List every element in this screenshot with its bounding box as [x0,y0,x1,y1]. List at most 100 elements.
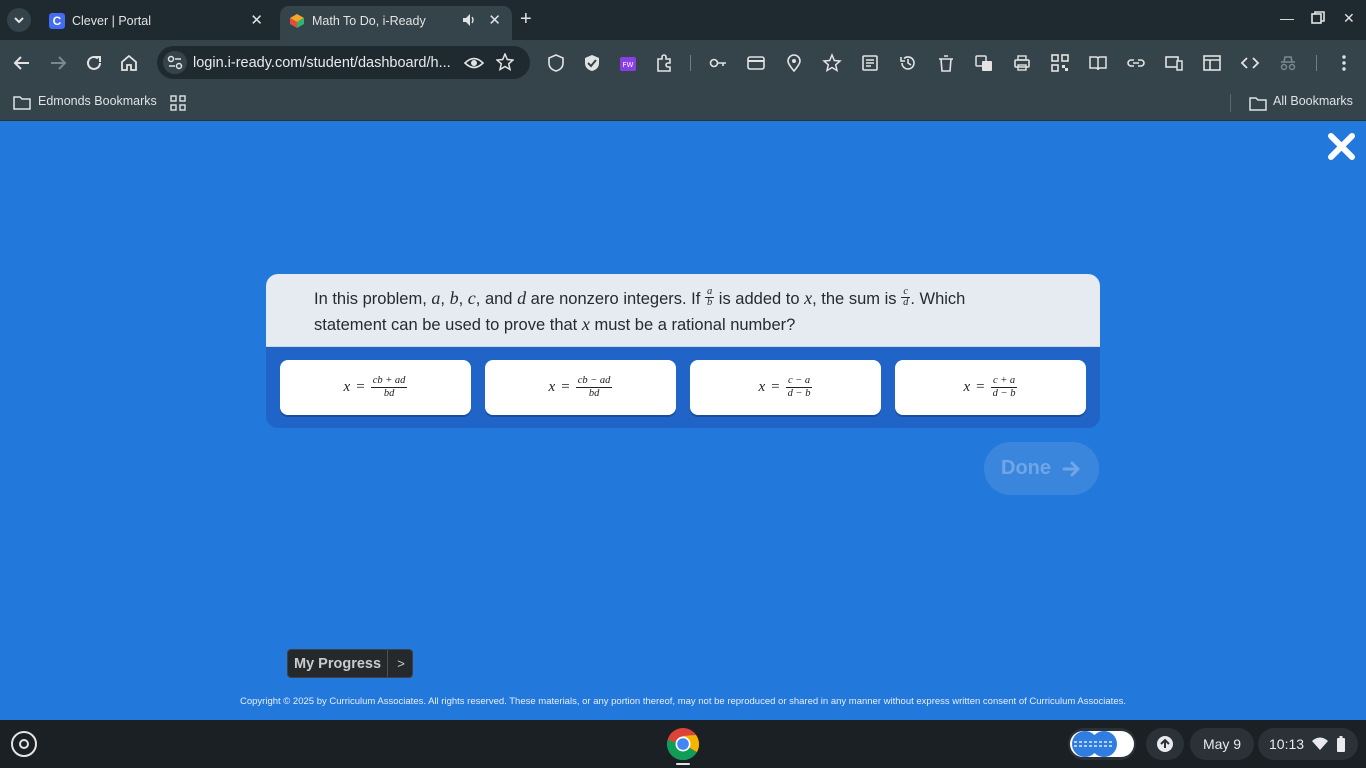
answer-choice-2[interactable]: x = cb − ad bd [485,360,676,415]
fraction-numerator: cb − ad [575,375,613,388]
variable-c: c [467,288,476,308]
answer-choice-3[interactable]: x = c − ad − b [690,360,881,415]
download-status-button[interactable] [1146,728,1184,760]
close-tab-icon[interactable]: ✕ [250,12,263,30]
history-icon[interactable] [898,53,918,73]
tab-title: Math To Do, i-Ready [312,14,426,28]
clock-label: 10:13 [1269,736,1305,752]
bookmarks-bar: Edmonds Bookmarks All Bookmarks [0,86,1366,121]
qr-code-icon[interactable] [1050,53,1070,73]
status-tray[interactable]: 10:13 [1258,728,1358,760]
puzzle-extension-icon[interactable]: FW [618,53,638,73]
fraction-c-over-d: cd [901,286,911,309]
browser-toolbar: login.i-ready.com/student/dashboard/h...… [0,40,1366,86]
back-arrow-icon[interactable] [11,52,33,74]
tab-clever-portal[interactable]: C Clever | Portal ✕ [40,6,274,40]
stem-text: In this problem, [314,290,427,308]
choice-expression: x = cb − ad bd [485,360,676,415]
close-tab-icon[interactable]: ✕ [488,12,501,30]
tab-math-to-do[interactable]: Math To Do, i-Ready ✕ [280,6,512,40]
close-lesson-icon[interactable] [1327,132,1356,161]
bookmark-star-icon[interactable] [496,53,514,71]
folder-icon [1249,97,1267,111]
reading-mode-icon[interactable] [1088,53,1108,73]
chrome-browser-icon[interactable] [666,727,700,761]
toolbar-separator [1316,55,1317,71]
chevron-down-icon [14,17,24,24]
cast-devices-icon[interactable] [1164,53,1184,73]
reading-list-icon[interactable] [860,53,880,73]
launcher-button[interactable] [11,731,37,757]
os-shelf: May 9 10:13 [0,720,1366,768]
done-button[interactable]: Done [984,442,1099,495]
stylus-tools-toggle[interactable] [1068,728,1136,760]
choice-expression: x = c − ad − b [690,360,881,415]
fraction-numerator: c − a [785,375,813,388]
kebab-menu-icon[interactable] [1334,53,1354,73]
answer-choice-4[interactable]: x = c + ad − b [895,360,1086,415]
fraction-denominator: d − b [992,388,1016,399]
variable-d: d [517,288,527,308]
wifi-icon [1312,737,1328,750]
table-layout-icon[interactable] [1202,53,1222,73]
speaker-icon[interactable] [462,12,476,28]
credit-card-icon[interactable] [746,53,766,73]
site-info-button[interactable] [163,51,187,74]
star-outline-icon[interactable] [822,53,842,73]
progress-arrow[interactable]: > [387,650,414,677]
svg-text:FW: FW [623,61,634,69]
fraction-denominator: d [903,297,909,309]
trash-icon[interactable] [936,53,956,73]
extensions-icon[interactable] [654,53,674,73]
reload-icon[interactable] [83,52,105,74]
restore-icon[interactable] [1311,11,1325,25]
address-bar[interactable]: login.i-ready.com/student/dashboard/h... [157,46,530,79]
choice-fraction: cb − ad bd [575,375,613,400]
forward-arrow-icon[interactable] [47,52,69,74]
all-bookmarks-button[interactable]: All Bookmarks [1273,93,1353,109]
close-window-icon[interactable]: ✕ [1343,9,1355,27]
tune-icon [167,55,183,70]
iready-lesson-page: In this problem, a, b, c, and d are nonz… [0,121,1366,720]
question-card: In this problem, a, b, c, and d are nonz… [266,274,1100,428]
my-progress-button[interactable]: My Progress > [287,649,413,678]
date-label: May 9 [1202,736,1242,752]
incognito-icon[interactable] [1278,53,1298,73]
home-icon[interactable] [118,52,140,74]
tab-search-button[interactable] [7,8,31,32]
equals-sign: = [976,379,985,395]
running-app-indicator [676,763,690,765]
eye-icon[interactable] [464,54,484,72]
translate-icon[interactable] [974,53,994,73]
url-text[interactable]: login.i-ready.com/student/dashboard/h... [193,55,451,71]
minimize-icon[interactable]: — [1280,9,1294,27]
equals-sign: = [356,379,365,395]
answer-choice-1[interactable]: x = cb + ad bd [280,360,471,415]
shield-outline-icon[interactable] [546,53,566,73]
equals-sign: = [561,379,570,395]
print-icon[interactable] [1012,53,1032,73]
location-pin-icon[interactable] [784,53,804,73]
date-tray[interactable]: May 9 [1190,728,1254,760]
choice-lhs: x [343,379,351,395]
question-text: In this problem, a, b, c, and d are nonz… [314,286,1034,338]
variable-x: x [804,288,813,308]
choice-lhs: x [963,379,971,395]
choice-fraction: c − ad − b [785,375,813,400]
variable-x: x [581,314,590,334]
copyright-notice: Copyright © 2025 by Curriculum Associate… [240,696,1126,707]
stem-text: is added to [718,290,800,308]
shield-check-icon[interactable] [582,53,602,73]
choice-expression: x = c + ad − b [895,360,1086,415]
bookmark-folder-edmonds[interactable]: Edmonds Bookmarks [38,93,157,109]
link-icon[interactable] [1126,53,1146,73]
new-tab-icon[interactable]: + [520,9,532,29]
code-icon[interactable] [1240,53,1260,73]
key-icon[interactable] [708,53,728,73]
choice-fraction: cb + ad bd [370,375,408,400]
fraction-denominator: bd [588,388,600,399]
launcher-circle-icon [19,739,29,749]
clever-favicon-icon: C [49,13,65,29]
apps-grid-icon[interactable] [170,95,186,111]
stem-text: , the sum is [812,290,897,308]
